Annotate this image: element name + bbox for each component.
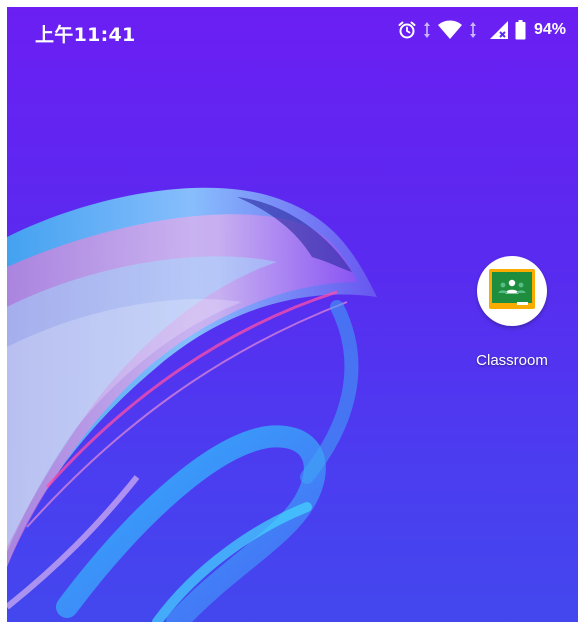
status-bar: 上午11:41 94% [7, 7, 578, 51]
classroom-app-label[interactable]: Classroom [462, 352, 562, 369]
signal-icon [489, 20, 509, 40]
battery-percent: 94% [533, 21, 566, 38]
alarm-icon [397, 20, 417, 40]
wifi-data-activity-icon [469, 21, 477, 39]
home-screen: 上午11:41 94% Classroom [7, 7, 578, 622]
data-activity-icon [423, 21, 431, 39]
classroom-app-icon[interactable] [477, 256, 547, 326]
wifi-icon [437, 20, 463, 40]
google-classroom-icon [489, 268, 535, 314]
battery-icon [515, 20, 526, 40]
status-time: 上午11:41 [35, 24, 136, 46]
status-icons: 94% [397, 19, 566, 41]
